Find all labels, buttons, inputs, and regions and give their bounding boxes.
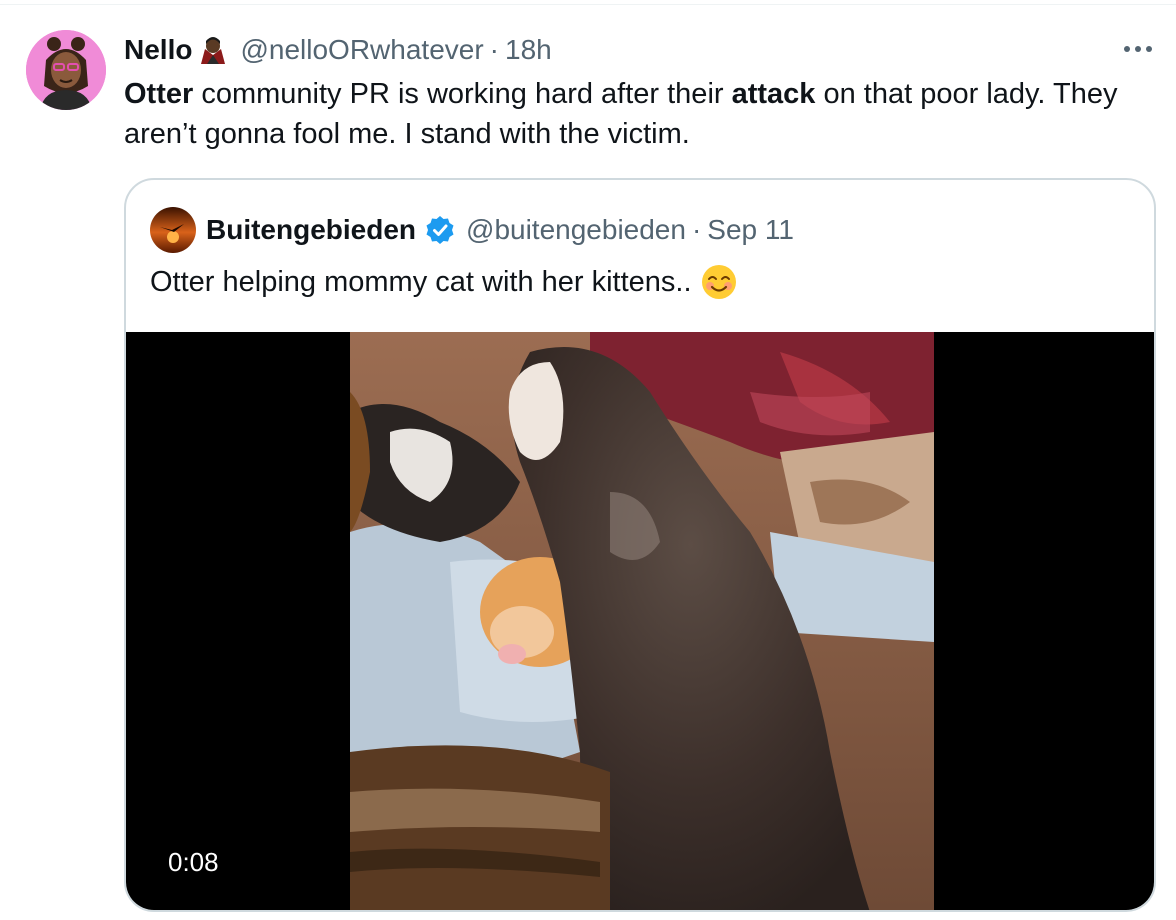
verified-badge-icon <box>424 214 456 246</box>
video-player[interactable]: 0:08 <box>126 332 1154 910</box>
more-icon[interactable] <box>1120 34 1156 64</box>
tweet-time[interactable]: 18h <box>505 34 552 66</box>
tweet-text-part-1: community PR is working hard after their <box>193 78 732 110</box>
quoted-separator-dot: · <box>691 214 702 245</box>
tweet-text-bold-otter: Otter <box>124 78 194 110</box>
video-duration: 0:08 <box>156 843 231 882</box>
video-frame[interactable] <box>350 332 934 910</box>
quoted-tweet-text: Otter helping mommy cat with her kittens… <box>150 266 692 298</box>
quoted-tweet-header: Buitengebieden @buitengebieden · Sep 11 <box>150 207 794 253</box>
separator-dot: · <box>489 34 499 65</box>
smiling-face-emoji-icon <box>700 263 738 301</box>
quoted-tweet-text-row: Otter helping mommy cat with her kittens… <box>150 262 738 302</box>
author-name[interactable]: Nello <box>124 34 192 66</box>
vampire-emoji-icon <box>198 35 228 65</box>
author-handle[interactable]: @nelloORwhatever <box>240 34 483 66</box>
tweet[interactable]: Nello @nelloORwhatever · 18h Otter commu… <box>0 0 1176 920</box>
quoted-author-avatar[interactable] <box>150 207 196 253</box>
quoted-author-name[interactable]: Buitengebieden <box>206 214 416 246</box>
quoted-tweet[interactable]: Buitengebieden @buitengebieden · Sep 11 … <box>124 178 1156 912</box>
quoted-tweet-date[interactable]: Sep 11 <box>707 214 794 246</box>
quoted-author-handle[interactable]: @buitengebieden <box>466 214 686 246</box>
tweet-header: Nello @nelloORwhatever · 18h <box>124 32 552 68</box>
tweet-text-bold-attack: attack <box>731 78 816 110</box>
tweet-text: Otter community PR is working hard after… <box>124 74 1144 154</box>
author-avatar[interactable] <box>26 30 106 110</box>
